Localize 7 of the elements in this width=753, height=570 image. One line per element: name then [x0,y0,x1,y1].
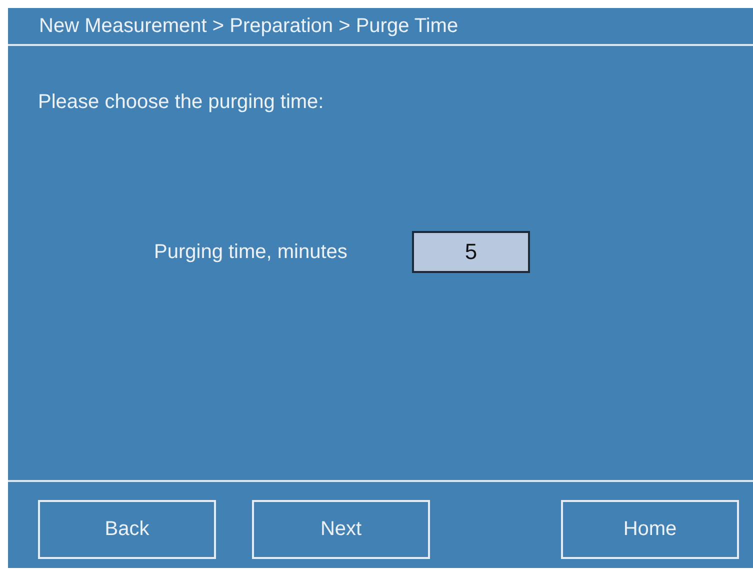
nav-button[interactable]: Next [252,500,430,559]
input-field[interactable]: 5 [412,231,530,273]
breadcrumb: New Measurement > Preparation > Purge Time [39,14,458,38]
nav-button[interactable]: Back [38,500,216,559]
field-label: Purging time, minutes [154,240,348,264]
prompt-text: Please choose the purging time: [38,91,324,114]
nav-button[interactable]: Home [561,500,739,559]
